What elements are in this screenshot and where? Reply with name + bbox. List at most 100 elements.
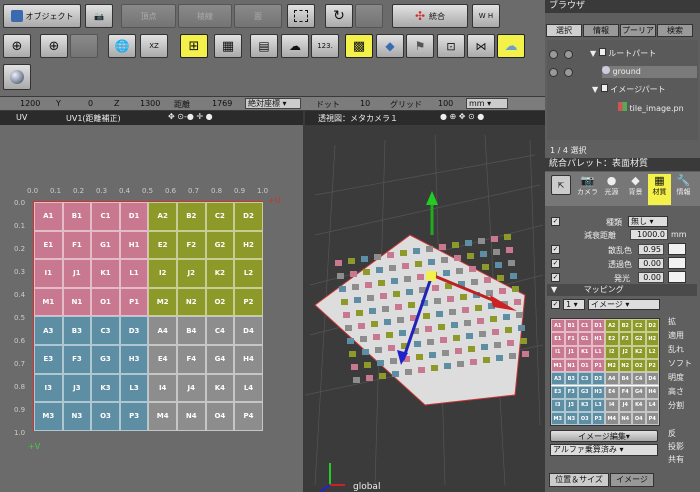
bubble-button[interactable]: ☁ bbox=[497, 34, 525, 58]
emit-color-swatch[interactable] bbox=[668, 271, 686, 283]
uv-cell: D2 bbox=[234, 202, 263, 231]
visibility-eye-icon[interactable] bbox=[549, 50, 558, 59]
unit-select[interactable]: mm ▾ bbox=[466, 98, 508, 109]
bubble-icon: ☁ bbox=[504, 38, 518, 54]
mapping-side-label[interactable]: 明度 bbox=[668, 372, 684, 383]
uv-tick-top: 0.6 bbox=[165, 187, 177, 195]
xz-button[interactable]: XZ bbox=[140, 34, 168, 58]
swatch-cell: K3 bbox=[578, 398, 592, 413]
scatter-field[interactable]: 0.95 bbox=[638, 244, 664, 255]
globe-button[interactable]: 🌐 bbox=[108, 34, 136, 58]
uv-subtitle[interactable]: UV1(距離補正) bbox=[66, 113, 121, 124]
texture-grid-button[interactable]: ▩ bbox=[345, 34, 373, 58]
visibility-eye-icon[interactable] bbox=[564, 50, 573, 59]
palette-tab[interactable]: 🔧 情報 bbox=[672, 174, 695, 205]
perspective-tools-icon[interactable]: ● ⊕ ✥ ⊙ ● bbox=[440, 112, 484, 121]
browser-tab[interactable]: 情報 bbox=[583, 24, 619, 37]
uv-tick-top: 0.1 bbox=[50, 187, 62, 195]
mapping-side-label[interactable]: 分割 bbox=[668, 400, 684, 411]
texture-preview[interactable]: A1 B1 C1 D1 A2 B2 C2 D2 E1 F1 G1 H1 E2 F2 G2 H2 I1 J1 K1 L1… bbox=[550, 318, 660, 426]
palette-select-button[interactable]: ⇱ bbox=[551, 175, 571, 195]
mapping-side2-label[interactable]: 共有 bbox=[668, 454, 684, 465]
tree-item-image-part[interactable]: ▼ イメージパート bbox=[592, 84, 666, 95]
uv-cell-label: F2 bbox=[186, 240, 197, 249]
vertex-mode-button[interactable]: 頂点 bbox=[121, 4, 176, 28]
plane-texture-cell bbox=[347, 338, 354, 344]
tree-item-tile-image[interactable]: tile_image.pn bbox=[618, 102, 684, 113]
atten-field[interactable]: 1000.0 bbox=[630, 229, 668, 240]
tree-item-root[interactable]: ▼ ルートパート bbox=[590, 48, 656, 59]
mapping-side2-label[interactable]: 反 bbox=[668, 428, 676, 439]
cube-icon: ◆ bbox=[385, 39, 395, 53]
mesh-button[interactable]: ⋈ bbox=[467, 34, 495, 58]
kind-select[interactable]: 無し ▾ bbox=[628, 216, 668, 227]
trans-field[interactable]: 0.00 bbox=[638, 258, 664, 269]
cloud-button[interactable]: ☁ bbox=[281, 34, 309, 58]
plane-texture-cell bbox=[361, 256, 368, 262]
face-mode-button[interactable]: 面 bbox=[234, 4, 282, 28]
perspective-grid-button[interactable]: ▦ bbox=[214, 34, 242, 58]
image-tab[interactable]: イメージ bbox=[610, 473, 654, 487]
palette-tab[interactable]: ▦ 材質 bbox=[648, 174, 671, 205]
visibility-eye-icon[interactable] bbox=[564, 68, 573, 77]
uv-tick-top: 1.0 bbox=[257, 187, 269, 195]
tree-item-ground[interactable]: ground bbox=[602, 66, 697, 78]
refresh-button[interactable]: ↻ bbox=[325, 4, 353, 28]
camera-button[interactable]: 📷 bbox=[85, 4, 113, 28]
mapping-side-label[interactable]: 適用 bbox=[668, 330, 684, 341]
layer-checkbox[interactable]: ✓ bbox=[551, 300, 560, 309]
palette-tab[interactable]: 📷 カメラ bbox=[576, 174, 599, 205]
numeric-button[interactable]: 123. bbox=[311, 34, 339, 58]
table-button[interactable]: ▤ bbox=[250, 34, 278, 58]
uv-texture-grid: A1 B1 C1 D1 A2 B2 C2 D2 E1 F1 G1 H1 E2 F2 G2 H2 I1 J1 K1 L1… bbox=[33, 201, 263, 431]
mapping-side-label[interactable]: ソフト bbox=[668, 358, 692, 369]
kind-checkbox[interactable]: ✓ bbox=[551, 217, 560, 226]
list-button[interactable] bbox=[70, 34, 98, 58]
mapping-header[interactable]: ▼ マッピング bbox=[547, 284, 697, 296]
target2-button[interactable]: ⊕ bbox=[40, 34, 68, 58]
scatter-color-swatch[interactable] bbox=[668, 243, 686, 255]
select-rect-button[interactable] bbox=[287, 4, 315, 28]
perspective-title[interactable]: 透視図：メタカメラ１ bbox=[318, 113, 398, 124]
flag-button[interactable]: ⚑ bbox=[406, 34, 434, 58]
mapping-side-label[interactable]: 乱れ bbox=[668, 344, 684, 355]
browser-tab[interactable]: 選択 bbox=[546, 24, 582, 37]
palette-tab[interactable]: ◆ 背景 bbox=[624, 174, 647, 205]
mapping-side-label[interactable]: 高さ bbox=[668, 386, 684, 397]
uv-cell-label: J3 bbox=[73, 383, 81, 392]
target-button[interactable]: ⊕ bbox=[3, 34, 31, 58]
unify-button[interactable]: ✣ 統合 bbox=[392, 4, 468, 28]
uv-cell: H3 bbox=[119, 345, 149, 374]
quad-view-button[interactable]: ⊞ bbox=[180, 34, 208, 58]
cube-button[interactable]: ◆ bbox=[376, 34, 404, 58]
palette-tab[interactable]: ● 光源 bbox=[600, 174, 623, 205]
sphere-button[interactable] bbox=[3, 64, 31, 90]
coord-mode-select[interactable]: 絶対座標 ▾ bbox=[245, 98, 301, 109]
uv-tick-left: 0.8 bbox=[14, 383, 26, 391]
object-mode-button[interactable]: オブジェクト bbox=[3, 4, 81, 28]
wh-button[interactable]: W H bbox=[472, 4, 500, 28]
uv-cell: K3 bbox=[91, 373, 120, 403]
swatch-cell: L1 bbox=[591, 345, 605, 359]
alpha-select[interactable]: アルファ乗算済み ▾ bbox=[550, 444, 658, 456]
nodes-button[interactable]: ⊡ bbox=[437, 34, 465, 58]
browser-tab[interactable]: プーリア bbox=[620, 24, 656, 37]
edge-mode-button[interactable]: 稜線 bbox=[178, 4, 232, 28]
layer-number-select[interactable]: 1 ▾ bbox=[563, 299, 585, 310]
trans-checkbox[interactable]: ✓ bbox=[551, 259, 560, 268]
mapping-side2-label[interactable]: 投影 bbox=[668, 441, 684, 452]
gizmo-center[interactable] bbox=[426, 271, 436, 281]
pos-size-tab[interactable]: 位置＆サイズ bbox=[549, 473, 609, 487]
emit-checkbox[interactable]: ✓ bbox=[551, 273, 560, 282]
browser-tab[interactable]: 検索 bbox=[657, 24, 693, 37]
scatter-checkbox[interactable]: ✓ bbox=[551, 245, 560, 254]
trans-color-swatch[interactable] bbox=[668, 257, 686, 269]
magic-button[interactable] bbox=[355, 4, 383, 28]
emit-field[interactable]: 0.00 bbox=[638, 272, 664, 283]
visibility-eye-icon[interactable] bbox=[549, 68, 558, 77]
layer-type-select[interactable]: イメージ ▾ bbox=[588, 299, 660, 310]
uv-tools-icon[interactable]: ✥ ⊙-● ✛ ● bbox=[168, 112, 213, 121]
image-edit-button[interactable]: イメージ編集 ▾ bbox=[550, 430, 658, 442]
mapping-side-label[interactable]: 拡 bbox=[668, 316, 676, 327]
select-arrow-icon: ⇱ bbox=[557, 180, 565, 190]
